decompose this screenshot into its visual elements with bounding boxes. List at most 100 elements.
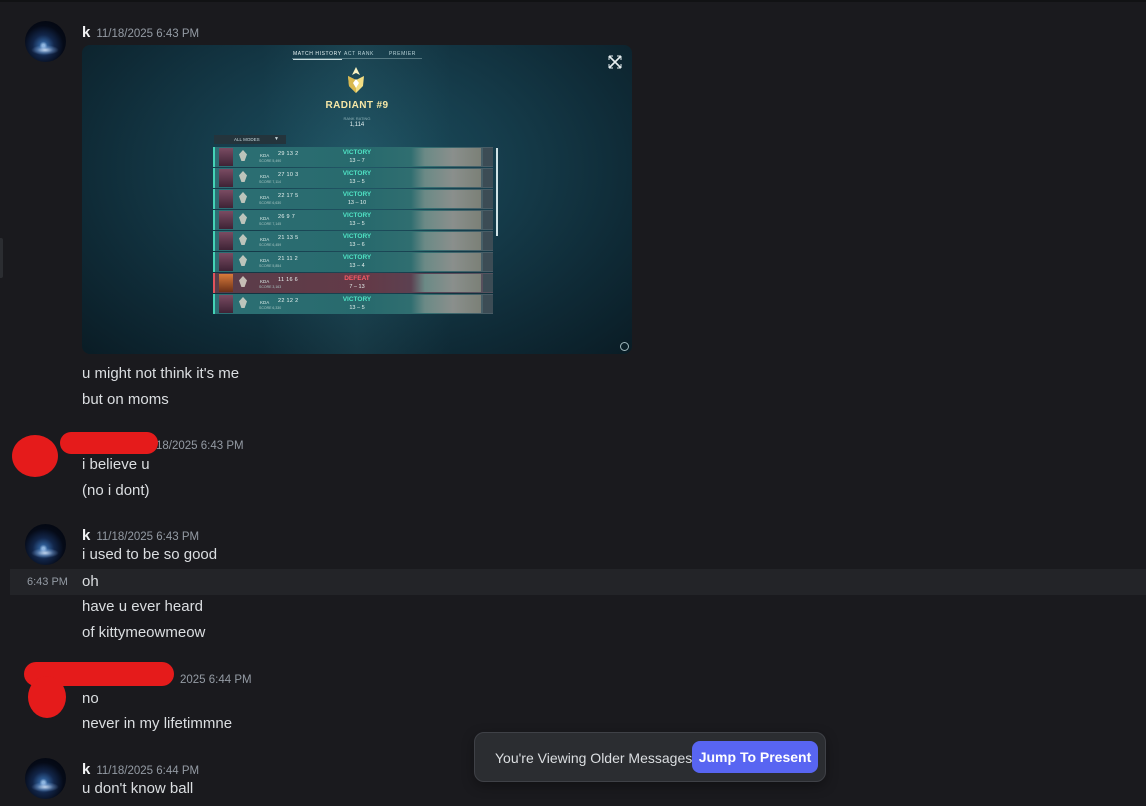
tab-act-rank: ACT RANK <box>344 51 374 57</box>
message-hover-row[interactable] <box>10 569 1146 595</box>
tab-divider <box>292 58 422 59</box>
message-text: never in my lifetimmne <box>82 715 233 732</box>
agent-portrait <box>219 274 233 292</box>
match-row: KDA 22 17 5 SCORE 6,630 VICTORY 13 – 10 <box>213 189 493 209</box>
redaction-scribble <box>12 435 58 477</box>
message-text: but on moms <box>82 391 169 408</box>
message-header: k 11/18/2025 6:43 PM <box>82 527 199 545</box>
avatar[interactable] <box>25 21 66 62</box>
top-divider <box>0 0 1146 2</box>
image-attachment[interactable]: MATCH HISTORY ACT RANK PREMIER RADIANT #… <box>82 45 632 354</box>
message-text: (no i dont) <box>82 482 150 499</box>
kda-label: KDA <box>260 216 270 221</box>
side-tag <box>483 253 493 271</box>
score: SCORE 5,490 <box>259 159 282 163</box>
rank-rating-label: RANK RATING <box>343 116 371 121</box>
kda-value: 26 9 7 <box>278 214 296 220</box>
score: SCORE 6,630 <box>259 201 282 205</box>
side-tag <box>483 148 493 166</box>
kda-value: 21 11 2 <box>278 256 299 262</box>
username[interactable]: k <box>82 24 90 41</box>
message-text: i used to be so good <box>82 546 218 563</box>
map-thumbnail <box>411 211 481 229</box>
match-result: VICTORY <box>342 254 372 261</box>
match-row: KDA 22 12 2 SCORE 6,330 VICTORY 13 – 5 <box>213 294 493 314</box>
round-score: 13 – 10 <box>347 200 367 206</box>
close-icon <box>608 55 622 69</box>
map-thumbnail <box>411 169 481 187</box>
score: SCORE 6,330 <box>259 306 282 310</box>
kda-value: 22 17 5 <box>278 193 299 199</box>
match-result: VICTORY <box>342 296 372 303</box>
agent-portrait <box>219 253 233 271</box>
round-score: 7 – 13 <box>349 284 365 290</box>
match-row: KDA 21 13 5 SCORE 6,459 VICTORY 13 – 6 <box>213 231 493 251</box>
kda-label: KDA <box>260 174 270 179</box>
message-text: have u ever heard <box>82 598 203 615</box>
rank-icon <box>239 192 247 203</box>
timestamp: 2025 6:44 PM <box>180 674 252 686</box>
kda-label: KDA <box>260 153 270 158</box>
timestamp: 11/18/2025 6:43 PM <box>96 28 200 40</box>
radiant-rank-icon <box>348 67 364 93</box>
map-thumbnail <box>411 295 481 313</box>
agent-portrait <box>219 148 233 166</box>
map-thumbnail <box>411 253 481 271</box>
rank-title: RADIANT #9 <box>325 100 389 111</box>
avatar[interactable] <box>25 524 66 565</box>
message-text: u don't know ball <box>82 780 194 797</box>
tab-premier: PREMIER <box>389 51 416 57</box>
side-tag <box>483 211 493 229</box>
match-list-scrollbar <box>496 148 498 236</box>
side-tag <box>483 232 493 250</box>
agent-portrait <box>219 232 233 250</box>
kda-label: KDA <box>260 300 270 305</box>
message-header: k 11/18/2025 6:44 PM <box>82 761 199 779</box>
match-result: VICTORY <box>342 212 372 219</box>
round-score: 13 – 5 <box>349 305 365 311</box>
side-tag <box>483 274 493 292</box>
kda-label: KDA <box>260 237 270 242</box>
kda-label: KDA <box>260 279 270 284</box>
match-row: KDA 26 9 7 SCORE 7,145 VICTORY 13 – 5 <box>213 210 493 230</box>
mode-filter-label: ALL MODES <box>234 137 260 142</box>
round-score: 13 – 4 <box>349 263 365 269</box>
message-text: no <box>82 690 99 707</box>
match-row: KDA 27 10 3 SCORE 7,114 VICTORY 13 – 5 <box>213 168 493 188</box>
kda-value: 29 13 2 <box>278 151 299 157</box>
username[interactable]: k <box>82 761 90 778</box>
score: SCORE 5,854 <box>259 264 282 268</box>
message-text: oh <box>82 573 99 590</box>
avatar[interactable] <box>25 758 66 799</box>
rank-icon <box>239 213 247 224</box>
match-row: KDA 11 16 6 SCORE 3,163 DEFEAT 7 – 13 <box>213 273 493 293</box>
agent-portrait <box>219 295 233 313</box>
round-score: 13 – 5 <box>349 179 365 185</box>
kda-label: KDA <box>260 258 270 263</box>
redaction-scribble <box>60 432 158 454</box>
username[interactable]: k <box>82 527 90 544</box>
jump-to-present-button[interactable]: Jump To Present <box>692 741 818 773</box>
hover-timestamp: 6:43 PM <box>27 576 68 588</box>
match-result: VICTORY <box>342 170 372 177</box>
score: SCORE 7,145 <box>259 222 282 226</box>
timestamp: 11/18/2025 6:43 PM <box>96 531 200 543</box>
agent-portrait <box>219 169 233 187</box>
map-thumbnail <box>411 232 481 250</box>
kda-value: 27 10 3 <box>278 172 299 178</box>
kda-value: 22 12 2 <box>278 298 299 304</box>
kda-value: 11 16 6 <box>278 277 299 283</box>
side-tag <box>483 295 493 313</box>
match-result: VICTORY <box>342 191 372 198</box>
rank-icon <box>239 150 247 161</box>
message-header: 2025 6:44 PM <box>174 670 252 688</box>
map-thumbnail <box>411 148 481 166</box>
match-result: VICTORY <box>342 233 372 240</box>
game-tabs: MATCH HISTORY ACT RANK PREMIER <box>82 51 632 63</box>
kda-value: 21 13 5 <box>278 235 299 241</box>
kda-label: KDA <box>260 195 270 200</box>
message-text: of kittymeowmeow <box>82 624 206 641</box>
map-thumbnail <box>411 274 481 292</box>
timestamp: 11/18/2025 6:44 PM <box>96 765 200 777</box>
match-result: VICTORY <box>342 149 372 156</box>
